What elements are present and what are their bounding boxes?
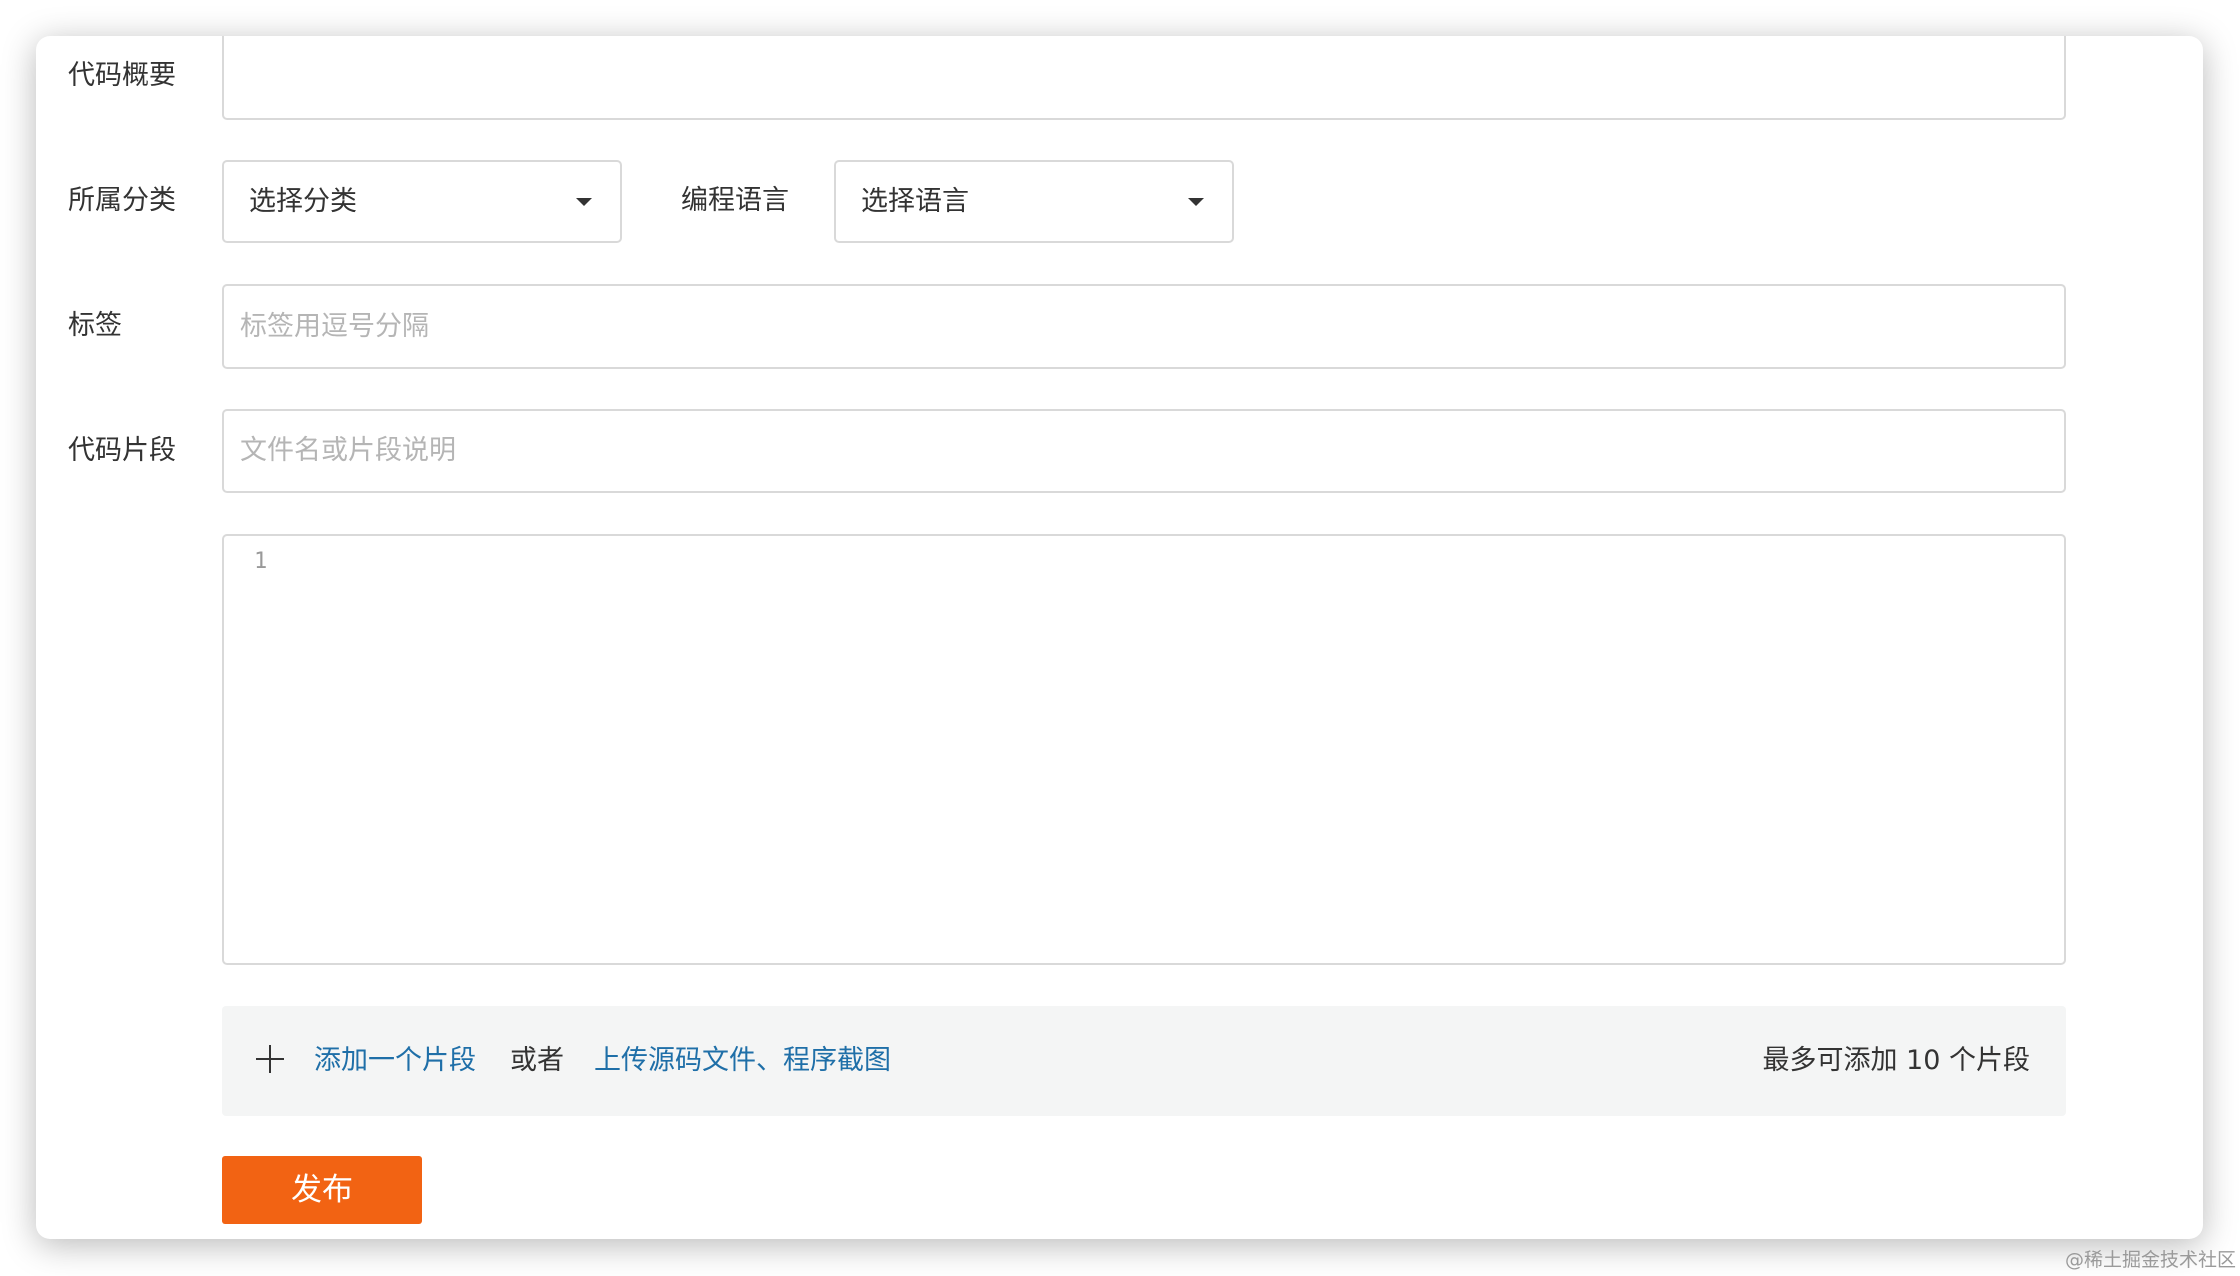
tags-label: 标签	[68, 310, 122, 341]
summary-label: 代码概要	[68, 60, 176, 91]
category-select-value: 选择分类	[249, 185, 357, 217]
add-snippet-link[interactable]: 添加一个片段	[314, 1041, 476, 1081]
publish-button[interactable]: 发布	[222, 1156, 422, 1224]
summary-input[interactable]	[222, 36, 2066, 120]
language-label: 编程语言	[681, 185, 789, 216]
or-text: 或者	[510, 1045, 564, 1076]
watermark: @稀土掘金技术社区	[2064, 1249, 2236, 1271]
snippet-label: 代码片段	[68, 435, 176, 466]
tags-input[interactable]: 标签用逗号分隔	[222, 284, 2066, 369]
plus-icon[interactable]	[256, 1045, 284, 1073]
category-label: 所属分类	[68, 185, 176, 216]
upload-source-link[interactable]: 上传源码文件、程序截图	[594, 1041, 891, 1081]
snippet-name-placeholder: 文件名或片段说明	[240, 435, 456, 466]
add-snippet-bar: 添加一个片段 或者 上传源码文件、程序截图 最多可添加 10 个片段	[222, 1006, 2066, 1116]
category-select[interactable]: 选择分类	[222, 160, 622, 243]
chevron-down-icon	[576, 197, 592, 206]
editor-line-number: 1	[254, 549, 268, 574]
code-editor[interactable]: 1	[222, 534, 2066, 965]
chevron-down-icon	[1188, 197, 1204, 206]
tags-input-placeholder: 标签用逗号分隔	[240, 310, 429, 342]
language-select-value: 选择语言	[861, 185, 969, 217]
language-select[interactable]: 选择语言	[834, 160, 1234, 243]
snippet-name-input[interactable]: 文件名或片段说明	[222, 409, 2066, 493]
snippet-limit-text: 最多可添加 10 个片段	[1762, 1045, 2030, 1076]
code-publish-form: 代码概要 所属分类 选择分类 编程语言 选择语言 标签 标签用逗号分隔 代码片段…	[36, 36, 2203, 1239]
